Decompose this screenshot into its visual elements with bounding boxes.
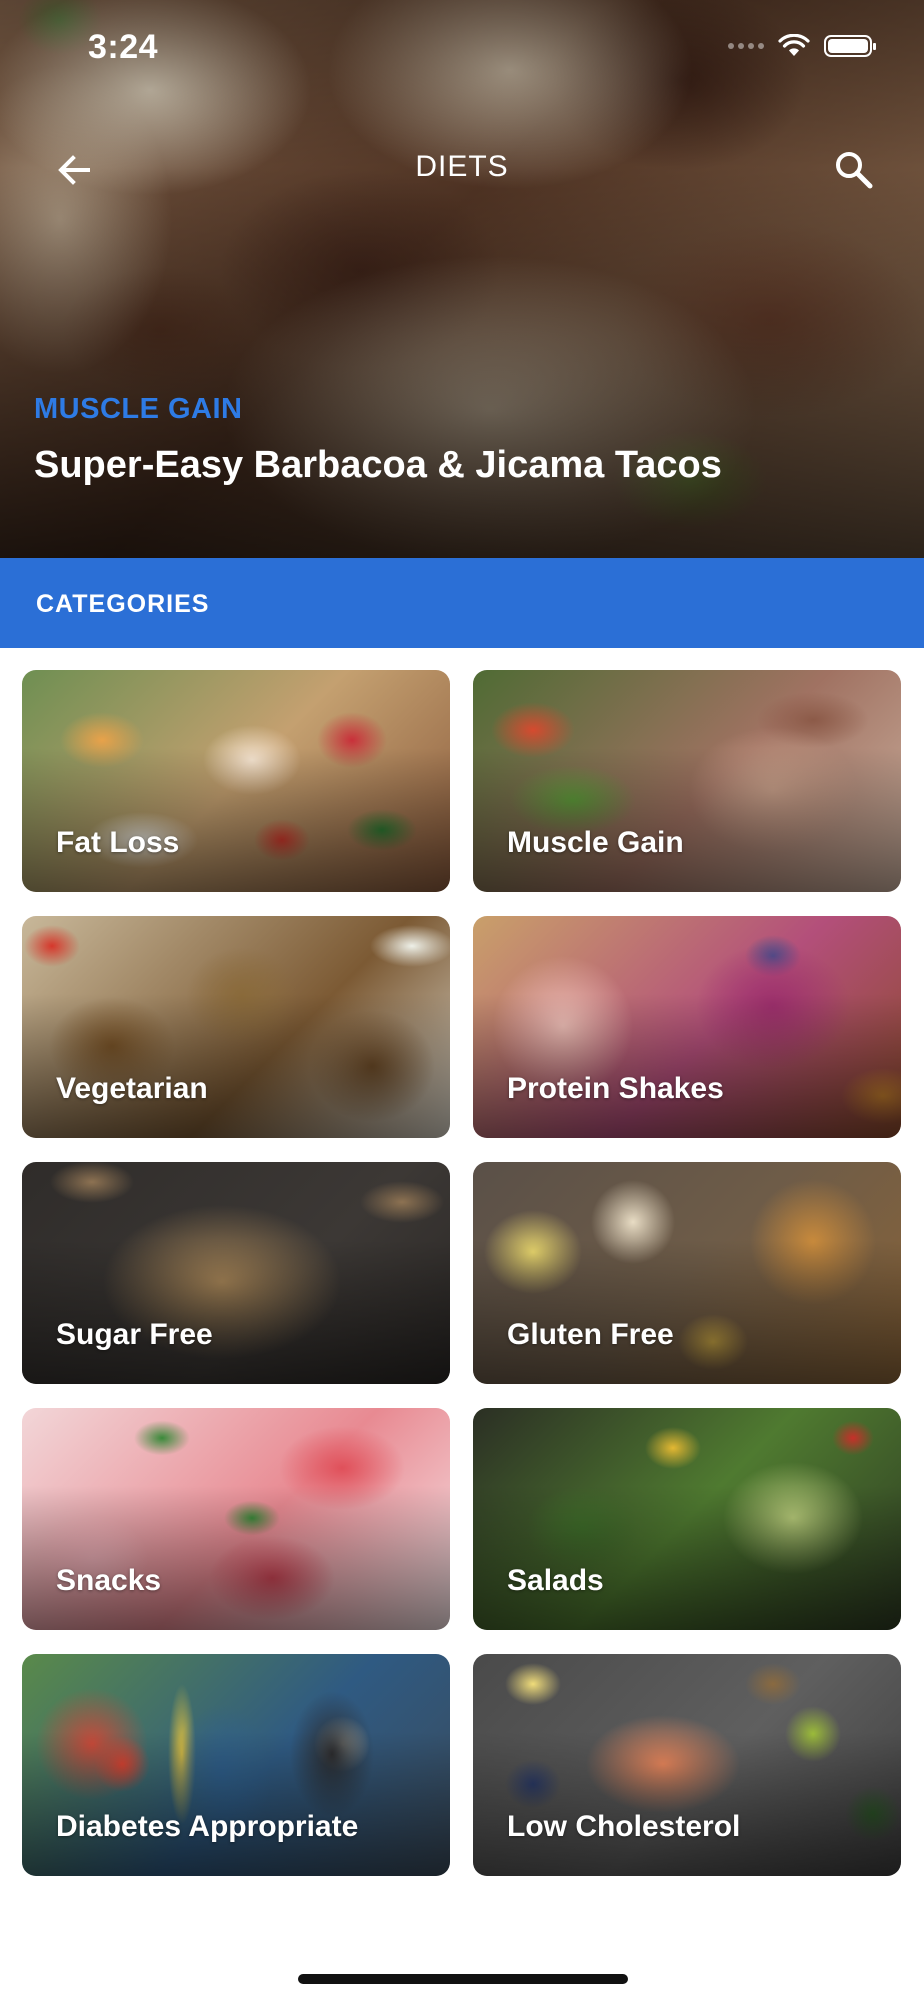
search-icon xyxy=(836,152,873,189)
category-label: Snacks xyxy=(56,1564,162,1597)
featured-category-tag: MUSCLE GAIN xyxy=(34,393,243,425)
battery-icon xyxy=(824,35,876,57)
category-tile-protein-shakes[interactable]: Protein Shakes xyxy=(473,916,901,1138)
category-label: Salads xyxy=(507,1564,604,1597)
page-title: DIETS xyxy=(415,150,509,183)
category-label: Muscle Gain xyxy=(507,826,684,859)
category-tile-snacks[interactable]: Snacks xyxy=(22,1408,450,1630)
categories-header: CATEGORIES xyxy=(0,558,924,648)
category-label: Sugar Free xyxy=(56,1318,213,1351)
category-tile-gluten-free[interactable]: Gluten Free xyxy=(473,1162,901,1384)
category-tile-vegetarian[interactable]: Vegetarian xyxy=(22,916,450,1138)
featured-recipe-banner[interactable]: 3:24 DIETS MUSCLE GAIN Super-Easy Barbac… xyxy=(0,0,924,558)
home-indicator[interactable] xyxy=(298,1974,628,1984)
category-label: Gluten Free xyxy=(507,1318,674,1351)
search-button[interactable] xyxy=(826,142,882,198)
category-tile-low-cholesterol[interactable]: Low Cholesterol xyxy=(473,1654,901,1876)
category-label: Low Cholesterol xyxy=(507,1810,741,1843)
category-tile-diabetes-appropriate[interactable]: Diabetes Appropriate xyxy=(22,1654,450,1876)
categories-header-label: CATEGORIES xyxy=(36,590,210,618)
category-tile-muscle-gain[interactable]: Muscle Gain xyxy=(473,670,901,892)
category-label: Diabetes Appropriate xyxy=(56,1810,359,1843)
status-time: 3:24 xyxy=(88,28,159,66)
wifi-icon xyxy=(778,34,810,56)
category-label: Protein Shakes xyxy=(507,1072,724,1105)
nav-bar: DIETS xyxy=(0,130,924,210)
category-tile-sugar-free[interactable]: Sugar Free xyxy=(22,1162,450,1384)
category-label: Fat Loss xyxy=(56,826,180,859)
category-tile-salads[interactable]: Salads xyxy=(473,1408,901,1630)
status-indicators xyxy=(728,34,876,58)
cellular-signal-icon xyxy=(728,43,764,49)
featured-recipe-title: Super-Easy Barbacoa & Jicama Tacos xyxy=(34,444,722,486)
category-tile-fat-loss[interactable]: Fat Loss xyxy=(22,670,450,892)
category-label: Vegetarian xyxy=(56,1072,208,1105)
